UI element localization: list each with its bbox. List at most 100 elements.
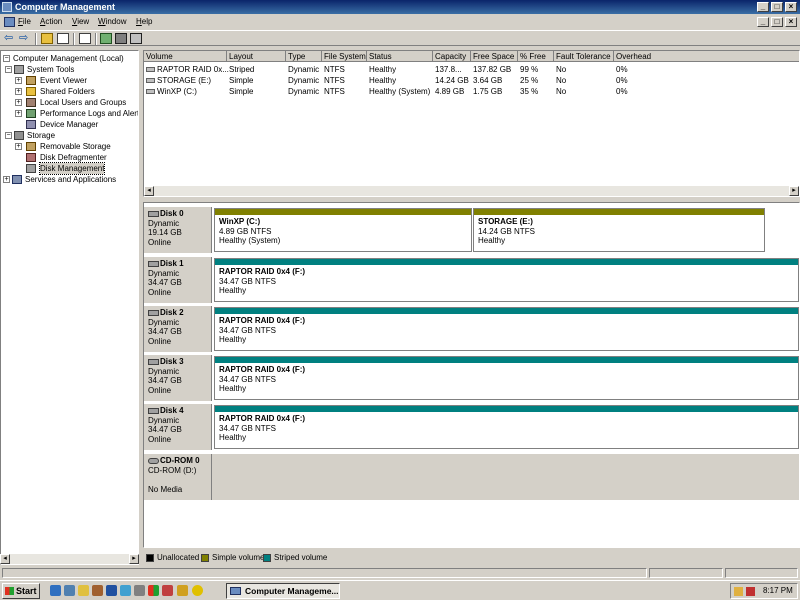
cdrom-label[interactable]: CD-ROM 0 CD-ROM (D:) No Media bbox=[144, 454, 212, 500]
app-icon[interactable] bbox=[177, 585, 188, 596]
desktop-icon[interactable] bbox=[64, 585, 75, 596]
column-header-layout[interactable]: Layout bbox=[227, 51, 286, 62]
column-header-percent-free[interactable]: % Free bbox=[518, 51, 554, 62]
expand-icon[interactable]: + bbox=[3, 176, 10, 183]
system-tray: 8:17 PM bbox=[730, 583, 798, 599]
partition-winxp[interactable]: WinXP (C:) 4.89 GB NTFS Healthy (System) bbox=[214, 208, 472, 252]
striped-volume-bar bbox=[215, 357, 798, 363]
disk-label[interactable]: Disk 2 Dynamic 34.47 GB Online bbox=[144, 306, 212, 352]
disk-label[interactable]: Disk 4 Dynamic 34.47 GB Online bbox=[144, 404, 212, 450]
defragmenter-icon bbox=[26, 153, 36, 162]
up-folder-icon[interactable] bbox=[41, 33, 53, 44]
striped-volume-bar bbox=[215, 259, 798, 265]
menu-file[interactable]: File bbox=[18, 15, 31, 29]
minimize-button[interactable]: _ bbox=[757, 2, 769, 12]
export-list-icon[interactable] bbox=[115, 33, 127, 44]
child-close-button[interactable]: × bbox=[785, 17, 797, 27]
expand-icon[interactable]: + bbox=[15, 143, 22, 150]
column-header-fault-tolerance[interactable]: Fault Tolerance bbox=[554, 51, 614, 62]
maximize-button[interactable]: □ bbox=[771, 2, 783, 12]
child-restore-button[interactable]: □ bbox=[771, 17, 783, 27]
simple-volume-bar bbox=[474, 209, 764, 215]
app-icon[interactable] bbox=[148, 585, 159, 596]
menu-help[interactable]: Help bbox=[136, 15, 152, 29]
close-button[interactable]: × bbox=[785, 2, 797, 12]
scroll-right-arrow-icon[interactable]: ▸ bbox=[129, 554, 139, 564]
table-row[interactable]: STORAGE (E:) Simple Dynamic NTFS Healthy… bbox=[144, 75, 799, 86]
back-arrow-icon[interactable]: ⇦ bbox=[4, 33, 16, 44]
tray-icon[interactable] bbox=[746, 587, 755, 596]
partition-raptor-raid[interactable]: RAPTOR RAID 0x4 (F:) 34.47 GB NTFS Healt… bbox=[214, 405, 799, 449]
scroll-left-arrow-icon[interactable]: ◂ bbox=[144, 186, 154, 196]
title-bar: Computer Management _ □ × bbox=[0, 0, 800, 14]
table-row[interactable]: RAPTOR RAID 0x... Striped Dynamic NTFS H… bbox=[144, 64, 799, 75]
folder-icon[interactable] bbox=[78, 585, 89, 596]
mmc-icon[interactable] bbox=[4, 15, 15, 29]
collapse-icon[interactable]: − bbox=[5, 132, 12, 139]
disk-graphical-view: Disk 0 Dynamic 19.14 GB Online WinXP (C:… bbox=[143, 202, 800, 548]
partition-raptor-raid[interactable]: RAPTOR RAID 0x4 (F:) 34.47 GB NTFS Healt… bbox=[214, 307, 799, 351]
app-icon[interactable] bbox=[192, 585, 203, 596]
child-minimize-button[interactable]: _ bbox=[757, 17, 769, 27]
refresh-icon[interactable] bbox=[100, 33, 112, 44]
toolbar-separator bbox=[95, 33, 97, 45]
expand-icon[interactable]: + bbox=[15, 88, 22, 95]
start-button[interactable]: Start bbox=[2, 583, 40, 599]
expand-icon[interactable]: + bbox=[15, 110, 22, 117]
disk-label[interactable]: Disk 3 Dynamic 34.47 GB Online bbox=[144, 355, 212, 401]
menu-window[interactable]: Window bbox=[98, 15, 126, 29]
column-header-free-space[interactable]: Free Space bbox=[471, 51, 518, 62]
scroll-left-arrow-icon[interactable]: ◂ bbox=[0, 554, 10, 564]
expand-icon[interactable]: + bbox=[15, 77, 22, 84]
disk-row-3[interactable]: Disk 3 Dynamic 34.47 GB Online RAPTOR RA… bbox=[144, 355, 799, 401]
column-header-status[interactable]: Status bbox=[367, 51, 433, 62]
tray-icon[interactable] bbox=[734, 587, 743, 596]
status-panel bbox=[649, 568, 723, 578]
partition-raptor-raid[interactable]: RAPTOR RAID 0x4 (F:) 34.47 GB NTFS Healt… bbox=[214, 258, 799, 302]
forward-arrow-icon[interactable]: ⇨ bbox=[19, 33, 31, 44]
disk-row-0[interactable]: Disk 0 Dynamic 19.14 GB Online WinXP (C:… bbox=[144, 207, 799, 253]
taskbar-button-computer-management[interactable]: Computer Manageme... bbox=[226, 583, 340, 599]
partition-raptor-raid[interactable]: RAPTOR RAID 0x4 (F:) 34.47 GB NTFS Healt… bbox=[214, 356, 799, 400]
properties-icon[interactable] bbox=[79, 33, 91, 44]
collapse-icon[interactable]: − bbox=[5, 66, 12, 73]
services-icon bbox=[12, 175, 22, 184]
column-header-file-system[interactable]: File System bbox=[322, 51, 367, 62]
tree-horizontal-scrollbar[interactable]: ◂ ▸ bbox=[0, 554, 139, 564]
column-header-type[interactable]: Type bbox=[286, 51, 322, 62]
console-tree: − Computer Management (Local) − System T… bbox=[0, 50, 139, 565]
column-header-volume[interactable]: Volume bbox=[144, 51, 227, 62]
toolbar: ⇦ ⇨ bbox=[0, 30, 800, 46]
table-row[interactable]: WinXP (C:) Simple Dynamic NTFS Healthy (… bbox=[144, 86, 799, 97]
column-header-overhead[interactable]: Overhead bbox=[614, 51, 799, 62]
clock[interactable]: 8:17 PM bbox=[763, 584, 793, 598]
app-icon[interactable] bbox=[120, 585, 131, 596]
disk-label[interactable]: Disk 1 Dynamic 34.47 GB Online bbox=[144, 257, 212, 303]
disk-row-2[interactable]: Disk 2 Dynamic 34.47 GB Online RAPTOR RA… bbox=[144, 306, 799, 352]
disk-label[interactable]: Disk 0 Dynamic 19.14 GB Online bbox=[144, 207, 212, 253]
volume-list-horizontal-scrollbar[interactable]: ◂ ▸ bbox=[144, 186, 799, 196]
internet-explorer-icon[interactable] bbox=[50, 585, 61, 596]
partition-storage[interactable]: STORAGE (E:) 14.24 GB NTFS Healthy bbox=[473, 208, 765, 252]
menu-view[interactable]: View bbox=[72, 15, 89, 29]
legend: Unallocated Simple volume Striped volume bbox=[143, 551, 800, 565]
menu-action[interactable]: Action bbox=[40, 15, 62, 29]
volume-list: Volume Layout Type File System Status Ca… bbox=[143, 50, 800, 197]
status-bar bbox=[0, 567, 800, 579]
app-icon[interactable] bbox=[92, 585, 103, 596]
disk-row-1[interactable]: Disk 1 Dynamic 34.47 GB Online RAPTOR RA… bbox=[144, 257, 799, 303]
disk-row-4[interactable]: Disk 4 Dynamic 34.47 GB Online RAPTOR RA… bbox=[144, 404, 799, 450]
legend-swatch-simple bbox=[201, 554, 209, 562]
cdrom-row[interactable]: CD-ROM 0 CD-ROM (D:) No Media bbox=[144, 454, 799, 500]
scroll-right-arrow-icon[interactable]: ▸ bbox=[789, 186, 799, 196]
show-hide-tree-icon[interactable] bbox=[57, 33, 69, 44]
help-icon[interactable] bbox=[130, 33, 142, 44]
app-icon[interactable] bbox=[134, 585, 145, 596]
legend-label-striped: Striped volume bbox=[274, 553, 328, 562]
column-header-capacity[interactable]: Capacity bbox=[433, 51, 471, 62]
menu-bar: File Action View Window Help _ □ × bbox=[0, 15, 800, 29]
app-icon[interactable] bbox=[106, 585, 117, 596]
app-icon[interactable] bbox=[162, 585, 173, 596]
expand-icon[interactable]: + bbox=[15, 99, 22, 106]
collapse-icon[interactable]: − bbox=[3, 55, 10, 62]
